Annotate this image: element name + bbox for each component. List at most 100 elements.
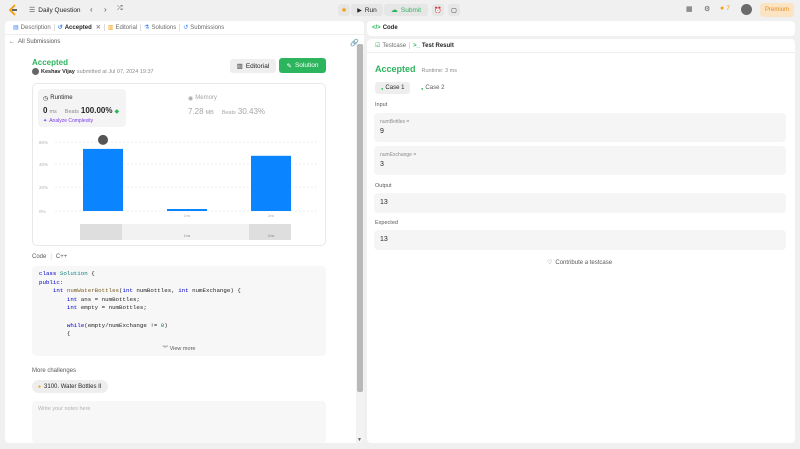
solution-button[interactable]: ✎ Solution xyxy=(279,58,326,73)
editorial-button[interactable]: ▥ Editorial xyxy=(230,59,276,73)
code-block[interactable]: class Solution {public: int numWaterBott… xyxy=(32,266,326,356)
bug-icon: ✱ xyxy=(341,7,347,14)
memory-stats: 7.28 MB Beats 30.43% xyxy=(188,107,266,116)
tab-editorial[interactable]: ▥ Editorial xyxy=(105,21,140,34)
run-button[interactable]: ▶ Run xyxy=(351,4,383,16)
tab-test-result[interactable]: >_ Test Result xyxy=(410,39,457,52)
case-2-tab[interactable]: ● Case 2 xyxy=(417,82,448,94)
expected-label: Expected xyxy=(375,220,398,226)
sparkle-icon: ✦ xyxy=(43,118,48,124)
more-challenges-title: More challenges xyxy=(32,368,77,374)
tab-submissions[interactable]: ↺ Submissions xyxy=(180,21,227,34)
code-text: class Solution {public: int numWaterBott… xyxy=(39,270,241,339)
avatar xyxy=(32,68,39,75)
runtime-box[interactable]: ◷ Runtime 0 ms Beats 100.00% ◆ ✦ Analyze… xyxy=(38,89,126,127)
code-line: int ans = numBottles; xyxy=(66,295,140,303)
avatar[interactable] xyxy=(741,4,752,15)
y-tick-label: 80% xyxy=(39,140,48,145)
clock-icon: ◷ xyxy=(43,96,49,102)
document-icon: ▤ xyxy=(13,25,19,31)
fire-icon: ● xyxy=(720,5,725,12)
tab-description[interactable]: ▤ Description xyxy=(10,21,54,34)
y-tick-label: 0% xyxy=(39,209,46,214)
result-status: Accepted Runtime: 3 ms xyxy=(375,64,457,74)
case-1-tab[interactable]: ● Case 1 xyxy=(375,82,411,94)
arrow-left-icon: ← xyxy=(9,39,15,45)
book-icon: ▥ xyxy=(236,63,243,70)
code-panel-collapsed[interactable]: </> Code xyxy=(367,21,795,36)
shuffle-icon[interactable]: ⤮ xyxy=(117,5,123,13)
code-line: class Solution { xyxy=(39,270,95,277)
submission-meta: Keshav Vijay submitted at Jul 07, 2024 1… xyxy=(32,68,154,75)
range-label: 2ms xyxy=(268,234,275,238)
param-numbottles-box[interactable]: numBottles = 9 xyxy=(374,113,786,142)
edit-icon: ✎ xyxy=(286,62,292,70)
heart-icon: ♡ xyxy=(547,260,553,266)
premium-button[interactable]: Premium xyxy=(760,3,794,17)
notes-button[interactable]: ▢ xyxy=(448,4,460,16)
right-tabs: ☑ Testcase >_ Test Result xyxy=(367,39,795,53)
leetcode-logo-icon[interactable] xyxy=(8,4,19,16)
play-icon: ▶ xyxy=(357,7,362,14)
output-box[interactable]: 13 xyxy=(374,193,786,213)
next-icon[interactable]: › xyxy=(104,5,107,14)
timer-button[interactable]: ⏰ xyxy=(432,4,444,16)
runtime-bar xyxy=(83,148,123,211)
output-label: Output xyxy=(375,183,392,189)
y-tick-label: 20% xyxy=(39,185,48,190)
contribute-testcase-button[interactable]: ♡ Contribute a testcase xyxy=(547,259,612,267)
user-marker-avatar xyxy=(98,134,108,145)
history-icon: ↺ xyxy=(57,25,63,31)
x-tick-label: 2ms xyxy=(268,214,275,218)
alarm-icon: ⏰ xyxy=(434,7,442,14)
code-line: { xyxy=(39,330,71,338)
memory-label[interactable]: ◉ Memory xyxy=(188,95,217,102)
problem-list-button[interactable]: ☰ Daily Question xyxy=(29,6,81,15)
analyze-complexity-link[interactable]: ✦ Analyze Complexity xyxy=(43,118,93,124)
challenge-chip[interactable]: ● 3100. Water Bottles II xyxy=(32,380,108,393)
flask-icon: ⚗ xyxy=(144,25,150,31)
dot-icon: ● xyxy=(381,85,384,91)
checkbox-icon: ☑ xyxy=(375,43,381,49)
submission-status: Accepted xyxy=(32,58,69,67)
book-icon: ▥ xyxy=(107,25,114,31)
trophy-icon: ◆ xyxy=(114,109,120,115)
daily-question-label: Daily Question xyxy=(38,6,81,14)
x-tick-label: 1ms xyxy=(184,214,191,218)
terminal-icon: >_ xyxy=(413,42,420,49)
notes-input[interactable]: Write your notes here xyxy=(32,401,326,443)
prev-icon[interactable]: ‹ xyxy=(90,5,93,14)
dot-icon: ● xyxy=(38,383,42,390)
streak-counter[interactable]: ● 7 xyxy=(720,5,730,12)
submit-button[interactable]: ☁ Submit xyxy=(384,4,428,16)
y-tick-label: 40% xyxy=(39,162,48,167)
cloud-upload-icon: ☁ xyxy=(390,7,398,14)
memory-icon: ◉ xyxy=(188,96,194,102)
code-icon: </> xyxy=(372,25,381,31)
stats-card: ◷ Runtime 0 ms Beats 100.00% ◆ ✦ Analyze… xyxy=(32,83,326,246)
tab-testcase[interactable]: ☑ Testcase xyxy=(372,39,409,52)
gear-icon[interactable]: ⚙ xyxy=(704,5,710,13)
debug-button[interactable]: ✱ xyxy=(338,4,350,16)
left-panel: ▤ Description ↺ Accepted ✕ ▥ Editorial ⚗… xyxy=(5,21,364,443)
tab-accepted[interactable]: ↺ Accepted ✕ xyxy=(55,21,104,34)
scrollbar-thumb[interactable] xyxy=(357,44,363,392)
code-header: Code | C++ xyxy=(32,254,68,260)
view-more-button[interactable]: ︾ View more xyxy=(32,344,326,352)
chevron-down-icon: ︾ xyxy=(162,346,169,352)
history-icon: ↺ xyxy=(183,25,189,31)
tab-solutions[interactable]: ⚗ Solutions xyxy=(141,21,179,34)
input-label: Input xyxy=(375,102,388,108)
scrollbar[interactable]: ▼ xyxy=(356,44,364,443)
left-tabs: ▤ Description ↺ Accepted ✕ ▥ Editorial ⚗… xyxy=(5,21,364,35)
scroll-down-icon[interactable]: ▼ xyxy=(357,437,362,443)
range-slider-handle xyxy=(80,224,122,240)
code-line: int empty = numBottles; xyxy=(66,304,147,312)
close-icon[interactable]: ✕ xyxy=(96,24,101,31)
range-label: 1ms xyxy=(184,234,191,238)
param-numexchange-box[interactable]: numExchange = 3 xyxy=(374,146,786,175)
code-line: int numWaterBottles(int numBottles, int … xyxy=(52,287,241,295)
all-submissions-link[interactable]: ← All Submissions xyxy=(9,39,60,45)
layout-grid-icon[interactable]: ▦ xyxy=(686,5,693,13)
expected-box[interactable]: 13 xyxy=(374,230,786,250)
